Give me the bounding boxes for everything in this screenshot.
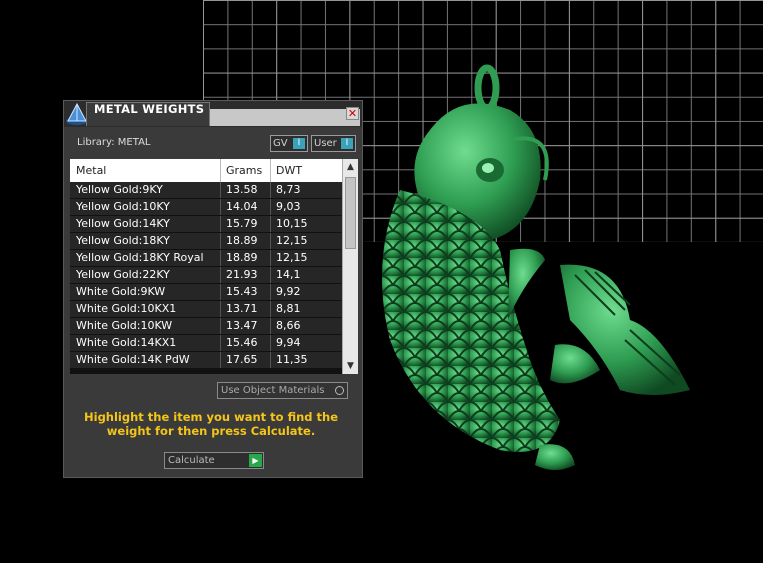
table-row[interactable]: Yellow Gold:22KY 21.93 14,1 [70, 267, 342, 283]
cell-metal: White Gold:14KX1 [76, 336, 177, 349]
play-arrow-icon: ▶ [249, 454, 262, 467]
table-scrollbar[interactable]: ▲ ▼ [342, 159, 358, 374]
use-object-materials-option[interactable]: Use Object Materials [217, 382, 348, 399]
cell-separator [220, 199, 221, 215]
header-dwt[interactable]: DWT [276, 164, 302, 177]
header-separator [270, 159, 271, 182]
cell-dwt: 10,15 [276, 217, 308, 230]
cell-separator [270, 250, 271, 266]
cell-dwt: 9,03 [276, 200, 301, 213]
panel-titlebar[interactable]: METAL WEIGHTS ✕ [64, 101, 362, 127]
library-label: Library: METAL [77, 137, 151, 148]
calculate-button[interactable]: Calculate ▶ [164, 452, 264, 469]
cell-separator [270, 233, 271, 249]
cell-dwt: 12,15 [276, 251, 308, 264]
cell-grams: 18.89 [226, 234, 258, 247]
cell-grams: 18.89 [226, 251, 258, 264]
cell-dwt: 9,92 [276, 285, 301, 298]
cell-metal: White Gold:10KX1 [76, 302, 177, 315]
cell-metal: Yellow Gold:18KY Royal [76, 251, 204, 264]
metal-table[interactable]: Metal Grams DWT Yellow Gold:9KY 13.58 8,73… [70, 159, 342, 374]
cell-dwt: 8,66 [276, 319, 301, 332]
scroll-up-arrow-icon[interactable]: ▲ [343, 159, 358, 175]
cell-grams: 14.04 [226, 200, 258, 213]
cell-metal: Yellow Gold:22KY [76, 268, 170, 281]
table-row[interactable]: Yellow Gold:18KY Royal 18.89 12,15 [70, 250, 342, 266]
cell-metal: Yellow Gold:10KY [76, 200, 170, 213]
cell-separator [220, 284, 221, 300]
cell-metal: Yellow Gold:9KY [76, 183, 163, 196]
cell-separator [220, 250, 221, 266]
cell-separator [220, 233, 221, 249]
user-toggle[interactable]: User I [311, 135, 356, 152]
table-row[interactable]: Yellow Gold:18KY 18.89 12,15 [70, 233, 342, 249]
cell-separator [270, 216, 271, 232]
cell-metal: White Gold:10KW [76, 319, 173, 332]
gv-toggle[interactable]: GV I [270, 135, 308, 152]
user-toggle-label: User [314, 138, 337, 149]
cell-dwt: 14,1 [276, 268, 301, 281]
cell-grams: 15.46 [226, 336, 258, 349]
cell-grams: 21.93 [226, 268, 258, 281]
cell-separator [220, 182, 221, 198]
table-row[interactable]: White Gold:9KW 15.43 9,92 [70, 284, 342, 300]
cell-dwt: 8,73 [276, 183, 301, 196]
cell-grams: 15.43 [226, 285, 258, 298]
cell-separator [220, 352, 221, 368]
cell-separator [220, 216, 221, 232]
cell-separator [270, 182, 271, 198]
cell-separator [220, 335, 221, 351]
user-toggle-knob: I [341, 138, 353, 149]
cell-grams: 15.79 [226, 217, 258, 230]
cell-dwt: 12,15 [276, 234, 308, 247]
table-row[interactable]: White Gold:14K PdW 17.65 11,35 [70, 352, 342, 368]
calculate-label: Calculate [168, 455, 215, 466]
table-row[interactable]: Yellow Gold:14KY 15.79 10,15 [70, 216, 342, 232]
panel-title: METAL WEIGHTS [94, 102, 205, 116]
header-separator [220, 159, 221, 182]
cell-separator [270, 199, 271, 215]
table-row[interactable]: White Gold:14KX1 15.46 9,94 [70, 335, 342, 351]
scroll-down-arrow-icon[interactable]: ▼ [343, 358, 358, 374]
table-body: Yellow Gold:9KY 13.58 8,73 Yellow Gold:10KY… [70, 182, 342, 369]
header-grams[interactable]: Grams [226, 164, 262, 177]
cell-separator [270, 301, 271, 317]
cell-dwt: 8,81 [276, 302, 301, 315]
cell-separator [270, 352, 271, 368]
cell-grams: 17.65 [226, 353, 258, 366]
cell-metal: Yellow Gold:18KY [76, 234, 170, 247]
cell-metal: White Gold:14K PdW [76, 353, 190, 366]
cell-metal: Yellow Gold:14KY [76, 217, 170, 230]
table-row[interactable]: White Gold:10KW 13.47 8,66 [70, 318, 342, 334]
cell-separator [270, 318, 271, 334]
scroll-thumb[interactable] [345, 177, 356, 249]
use-object-materials-label: Use Object Materials [221, 385, 325, 396]
cell-grams: 13.58 [226, 183, 258, 196]
instructions-text: Highlight the item you want to find the … [84, 410, 338, 438]
cell-grams: 13.71 [226, 302, 258, 315]
close-icon[interactable]: ✕ [346, 107, 359, 120]
metal-weights-panel: METAL WEIGHTS ✕ Library: METAL GV I User… [63, 100, 363, 478]
cell-separator [220, 318, 221, 334]
table-row[interactable]: Yellow Gold:9KY 13.58 8,73 [70, 182, 342, 198]
koi-pendant-model[interactable] [360, 60, 710, 480]
table-row[interactable]: Yellow Gold:10KY 14.04 9,03 [70, 199, 342, 215]
radio-icon[interactable] [335, 386, 344, 395]
cell-separator [270, 267, 271, 283]
cell-separator [220, 267, 221, 283]
cell-dwt: 9,94 [276, 336, 301, 349]
cell-separator [270, 335, 271, 351]
cell-metal: White Gold:9KW [76, 285, 166, 298]
table-header: Metal Grams DWT [70, 159, 342, 182]
gv-toggle-label: GV [273, 138, 288, 149]
cell-separator [270, 284, 271, 300]
cell-dwt: 11,35 [276, 353, 308, 366]
gv-toggle-knob: I [293, 138, 305, 149]
cell-grams: 13.47 [226, 319, 258, 332]
title-strip [210, 109, 360, 126]
cell-separator [220, 301, 221, 317]
header-metal[interactable]: Metal [76, 164, 106, 177]
table-row[interactable]: White Gold:10KX1 13.71 8,81 [70, 301, 342, 317]
